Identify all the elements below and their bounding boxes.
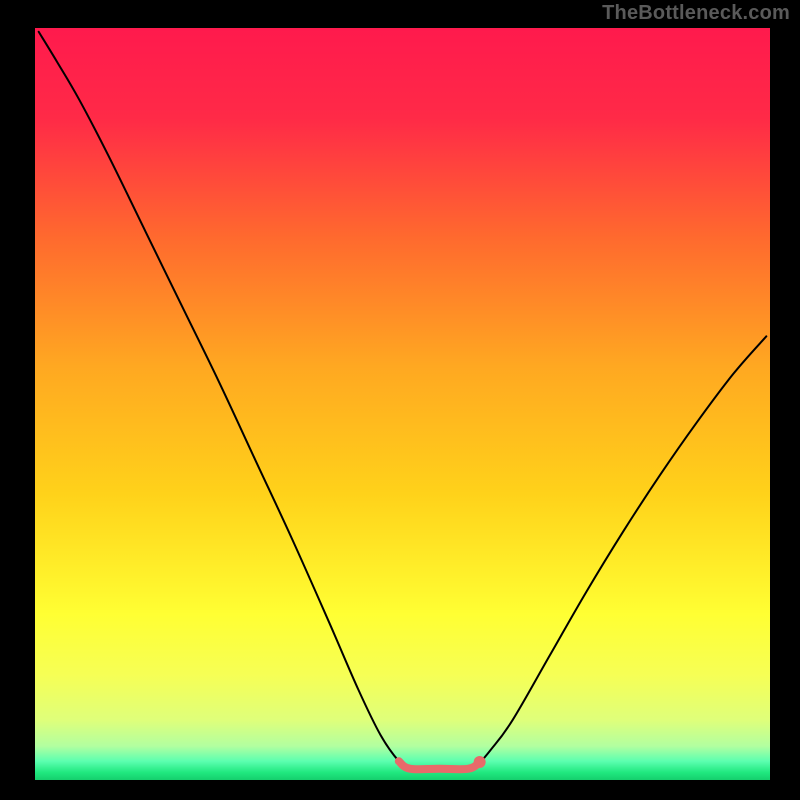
- plot-area: [35, 28, 770, 780]
- watermark-text: TheBottleneck.com: [602, 2, 790, 25]
- endpoint-dot: [474, 756, 486, 768]
- gradient-background: [35, 28, 770, 780]
- marker-layer: [474, 756, 486, 768]
- chart-svg: [35, 28, 770, 780]
- chart-frame: TheBottleneck.com: [0, 0, 800, 800]
